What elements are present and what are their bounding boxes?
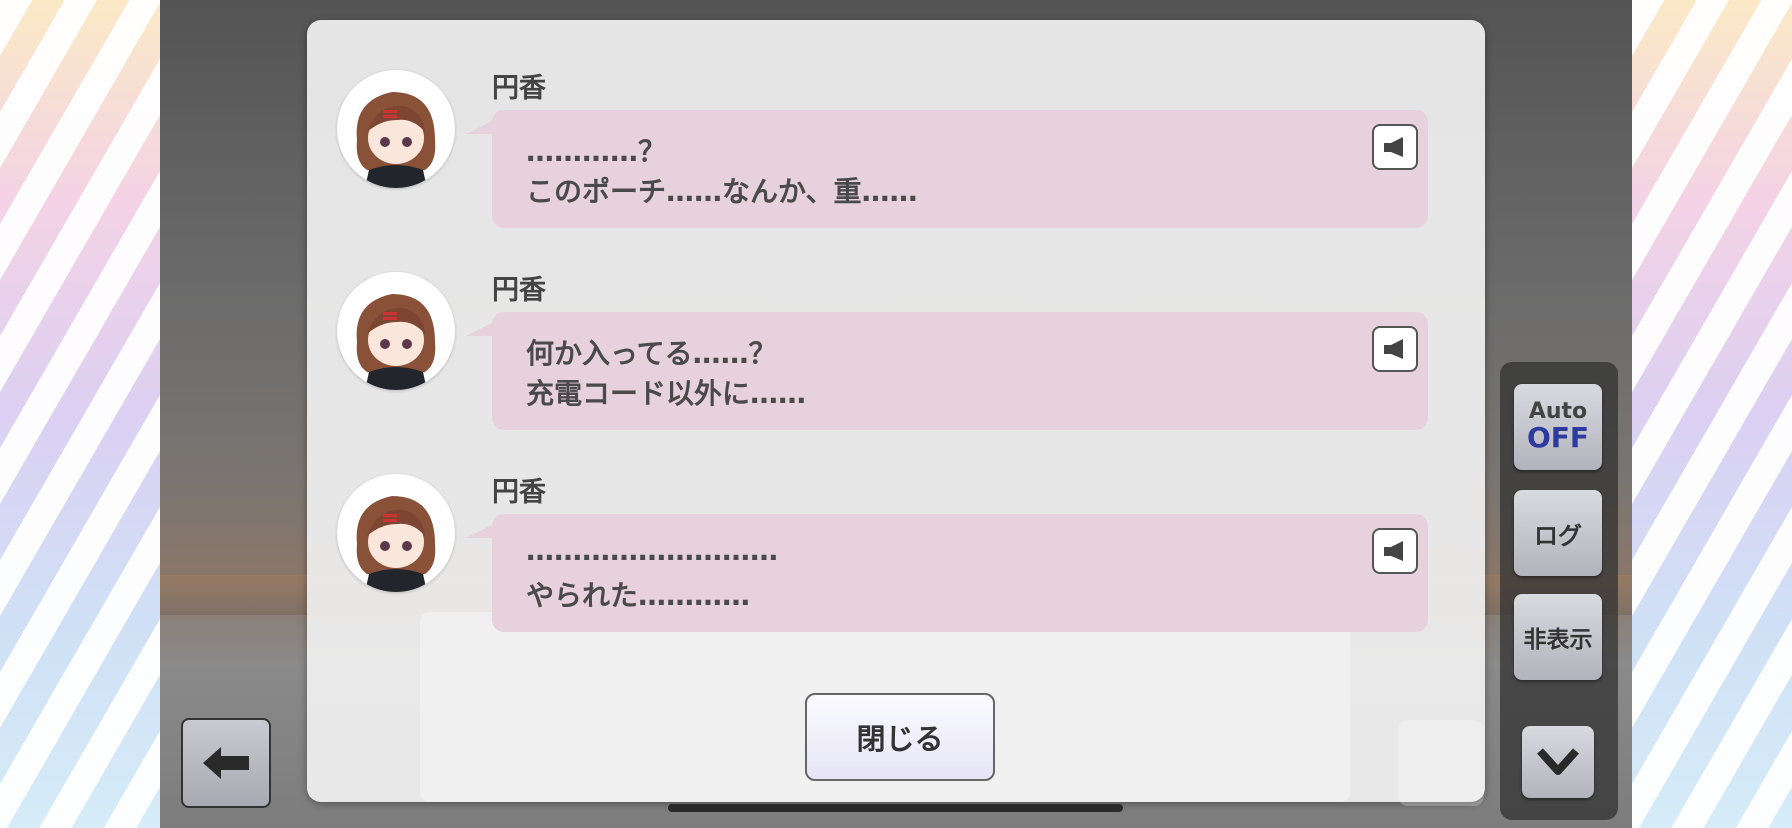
auto-state: OFF [1526,421,1590,454]
speaker-icon [1384,137,1403,157]
dialogue-bubble: …………？ このポーチ……なんか、重…… [492,110,1428,228]
dialogue-line: ……………………… [526,534,778,567]
hide-ui-button[interactable]: 非表示 [1514,594,1602,680]
close-button[interactable]: 閉じる [805,693,995,781]
chevron-down-icon [1537,748,1579,775]
voice-replay-button[interactable] [1372,528,1418,574]
speaker-icon [1384,339,1403,359]
log-button[interactable]: ログ [1514,490,1602,576]
dialogue-bubble: ……………………… やられた………… [492,514,1428,632]
decor-stripes-right [1632,0,1792,828]
side-control-panel: Auto OFF ログ 非表示 [1500,362,1618,820]
fast-forward-ghost [1398,720,1484,806]
dialogue-line: このポーチ……なんか、重…… [526,175,918,208]
speaker-name: 円香 [492,275,546,306]
back-button[interactable] [181,718,271,808]
log-entry: 円香 …………？ このポーチ……なんか、重…… [337,40,1457,228]
speaker-name: 円香 [492,477,546,508]
dialogue-line: 充電コード以外に…… [526,377,807,410]
character-avatar [337,70,455,188]
log-entry: 円香 何か入ってる……？ 充電コード以外に…… [337,242,1457,430]
dialogue-line: やられた………… [526,579,751,612]
log-entry: 円香 ……………………… やられた………… [337,444,1457,632]
dialogue-line: 何か入ってる……？ [526,337,777,370]
speaker-name: 円香 [492,73,546,104]
dialogue-line: …………？ [526,135,667,168]
home-indicator [668,804,1123,812]
voice-replay-button[interactable] [1372,124,1418,170]
voice-replay-button[interactable] [1372,326,1418,372]
auto-label: Auto [1528,399,1588,424]
auto-toggle-button[interactable]: Auto OFF [1514,384,1602,470]
collapse-menu-button[interactable] [1522,726,1594,798]
dialogue-bubble: 何か入ってる……？ 充電コード以外に…… [492,312,1428,430]
character-avatar [337,272,455,390]
backlog-panel: 円香 …………？ このポーチ……なんか、重…… 円香 何か入ってる……？ 充電コ… [307,20,1485,802]
character-avatar [337,474,455,592]
decor-stripes-left [0,0,160,828]
speaker-icon [1384,541,1403,561]
back-arrow-icon [203,747,249,779]
